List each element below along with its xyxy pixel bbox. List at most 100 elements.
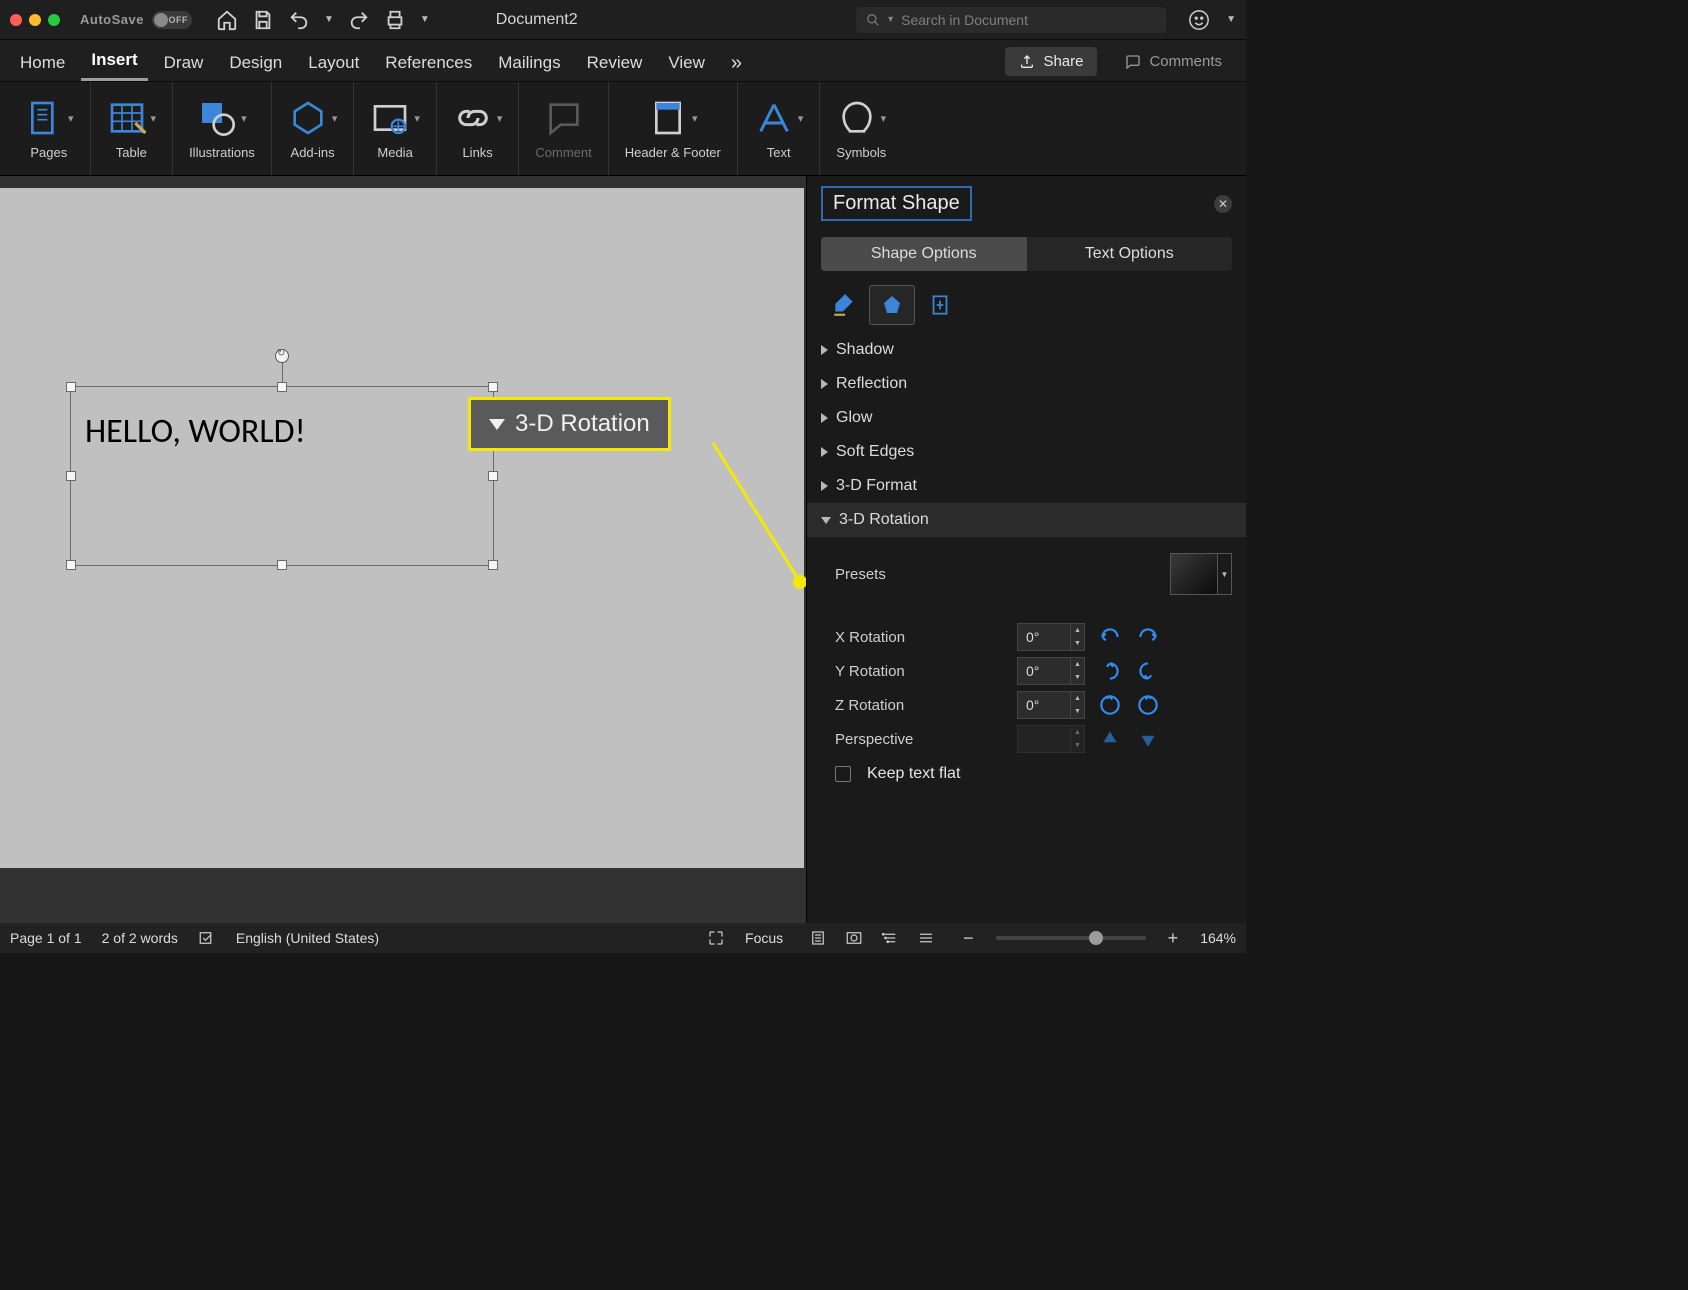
perspective-down-icon[interactable] bbox=[1135, 726, 1161, 752]
undo-dropdown[interactable]: ▼ bbox=[324, 14, 334, 25]
tab-review[interactable]: Review bbox=[577, 45, 653, 81]
comments-button[interactable]: Comments bbox=[1111, 47, 1236, 76]
tab-text-options[interactable]: Text Options bbox=[1027, 237, 1233, 271]
outline-view[interactable] bbox=[875, 927, 905, 949]
language-indicator[interactable]: English (United States) bbox=[236, 930, 379, 946]
tab-shape-options[interactable]: Shape Options bbox=[821, 237, 1027, 271]
account-dropdown[interactable]: ▼ bbox=[1226, 14, 1236, 25]
rotate-z-cw-icon[interactable] bbox=[1135, 692, 1161, 718]
qat-customize-dropdown[interactable]: ▼ bbox=[420, 14, 430, 25]
section-shadow[interactable]: Shadow bbox=[807, 333, 1246, 367]
group-illustrations[interactable]: ▾ Illustrations bbox=[173, 82, 272, 175]
table-icon bbox=[107, 98, 147, 138]
format-pane-title: Format Shape bbox=[821, 186, 972, 221]
save-icon[interactable] bbox=[252, 9, 274, 31]
keep-text-flat-checkbox[interactable] bbox=[835, 766, 851, 782]
y-rot-down[interactable]: ▼ bbox=[1071, 671, 1084, 684]
group-pages[interactable]: ▾ Pages bbox=[8, 82, 91, 175]
tab-draw[interactable]: Draw bbox=[154, 45, 214, 81]
rotate-y-right-icon[interactable] bbox=[1135, 658, 1161, 684]
group-symbols-label: Symbols bbox=[836, 145, 886, 160]
group-media[interactable]: ▾ Media bbox=[354, 82, 437, 175]
rotate-x-right-icon[interactable] bbox=[1135, 624, 1161, 650]
group-pages-label: Pages bbox=[30, 145, 67, 160]
section-reflection[interactable]: Reflection bbox=[807, 367, 1246, 401]
zoom-in-button[interactable]: + bbox=[1166, 928, 1181, 949]
tab-layout[interactable]: Layout bbox=[298, 45, 369, 81]
section-soft-edges[interactable]: Soft Edges bbox=[807, 435, 1246, 469]
fill-line-tab[interactable] bbox=[821, 285, 867, 325]
zoom-level[interactable]: 164% bbox=[1200, 930, 1236, 946]
group-text[interactable]: ▾ Text bbox=[738, 82, 821, 175]
document-canvas[interactable]: HELLO, WORLD! 3-D Rotation bbox=[0, 176, 806, 923]
z-rot-down[interactable]: ▼ bbox=[1071, 705, 1084, 718]
group-links[interactable]: ▾ Links bbox=[437, 82, 520, 175]
web-layout-view[interactable] bbox=[839, 927, 869, 949]
fullscreen-window-button[interactable] bbox=[48, 14, 60, 26]
tab-insert[interactable]: Insert bbox=[81, 42, 147, 81]
home-icon[interactable] bbox=[216, 9, 238, 31]
tab-overflow[interactable]: » bbox=[721, 44, 752, 81]
close-pane-button[interactable]: ✕ bbox=[1214, 195, 1232, 213]
z-rotation-input[interactable]: 0°▲▼ bbox=[1017, 691, 1085, 719]
group-comment-label: Comment bbox=[535, 145, 591, 160]
z-rot-up[interactable]: ▲ bbox=[1071, 692, 1084, 705]
tab-view[interactable]: View bbox=[658, 45, 715, 81]
shapes-icon bbox=[197, 98, 237, 138]
rotate-x-left-icon[interactable] bbox=[1097, 624, 1123, 650]
tab-design[interactable]: Design bbox=[219, 45, 292, 81]
spellcheck-icon[interactable] bbox=[198, 929, 216, 947]
section-glow[interactable]: Glow bbox=[807, 401, 1246, 435]
focus-mode-icon[interactable] bbox=[707, 929, 725, 947]
x-rotation-input[interactable]: 0°▲▼ bbox=[1017, 623, 1085, 651]
x-rot-down[interactable]: ▼ bbox=[1071, 637, 1084, 650]
header-footer-icon bbox=[648, 98, 688, 138]
zoom-out-button[interactable]: − bbox=[961, 928, 976, 949]
y-rot-up[interactable]: ▲ bbox=[1071, 658, 1084, 671]
print-layout-view[interactable] bbox=[803, 927, 833, 949]
print-icon[interactable] bbox=[384, 9, 406, 31]
perspective-up-icon[interactable] bbox=[1097, 726, 1123, 752]
rotation-preset-dropdown[interactable]: ▼ bbox=[1218, 553, 1232, 595]
tab-mailings[interactable]: Mailings bbox=[488, 45, 570, 81]
share-button[interactable]: Share bbox=[1005, 47, 1097, 76]
size-properties-tab[interactable] bbox=[917, 285, 963, 325]
search-input[interactable]: ▾ Search in Document bbox=[856, 7, 1166, 33]
zoom-slider-thumb[interactable] bbox=[1089, 931, 1103, 945]
tab-references[interactable]: References bbox=[375, 45, 482, 81]
rotate-z-ccw-icon[interactable] bbox=[1097, 692, 1123, 718]
tab-home[interactable]: Home bbox=[10, 45, 75, 81]
rotate-y-left-icon[interactable] bbox=[1097, 658, 1123, 684]
document-title: Document2 bbox=[496, 11, 578, 29]
section-3d-format[interactable]: 3-D Format bbox=[807, 469, 1246, 503]
persp-down[interactable]: ▼ bbox=[1071, 739, 1084, 752]
comment-icon bbox=[544, 98, 584, 138]
persp-up[interactable]: ▲ bbox=[1071, 726, 1084, 739]
y-rotation-input[interactable]: 0°▲▼ bbox=[1017, 657, 1085, 685]
rotation-preset-button[interactable] bbox=[1170, 553, 1218, 595]
window-controls bbox=[10, 14, 60, 26]
redo-icon[interactable] bbox=[348, 9, 370, 31]
presets-label: Presets bbox=[835, 566, 1005, 583]
group-addins[interactable]: ▾ Add-ins bbox=[272, 82, 355, 175]
group-symbols[interactable]: ▾ Symbols bbox=[820, 82, 902, 175]
group-header-footer[interactable]: ▾ Header & Footer bbox=[609, 82, 738, 175]
section-3d-rotation[interactable]: 3-D Rotation bbox=[807, 503, 1246, 537]
callout-leader-dot bbox=[793, 575, 806, 589]
minimize-window-button[interactable] bbox=[29, 14, 41, 26]
perspective-input[interactable]: ▲▼ bbox=[1017, 725, 1085, 753]
draft-view[interactable] bbox=[911, 927, 941, 949]
autosave-switch[interactable]: OFF bbox=[152, 11, 192, 29]
close-window-button[interactable] bbox=[10, 14, 22, 26]
group-table[interactable]: ▾ Table bbox=[91, 82, 174, 175]
focus-label[interactable]: Focus bbox=[745, 930, 783, 946]
autosave-toggle[interactable]: AutoSave OFF bbox=[80, 11, 192, 29]
group-illustrations-label: Illustrations bbox=[189, 145, 255, 160]
effects-tab[interactable] bbox=[869, 285, 915, 325]
zoom-slider[interactable] bbox=[996, 936, 1146, 940]
x-rot-up[interactable]: ▲ bbox=[1071, 624, 1084, 637]
undo-icon[interactable] bbox=[288, 9, 310, 31]
account-icon[interactable] bbox=[1188, 9, 1210, 31]
page-indicator[interactable]: Page 1 of 1 bbox=[10, 930, 82, 946]
word-count[interactable]: 2 of 2 words bbox=[102, 930, 178, 946]
